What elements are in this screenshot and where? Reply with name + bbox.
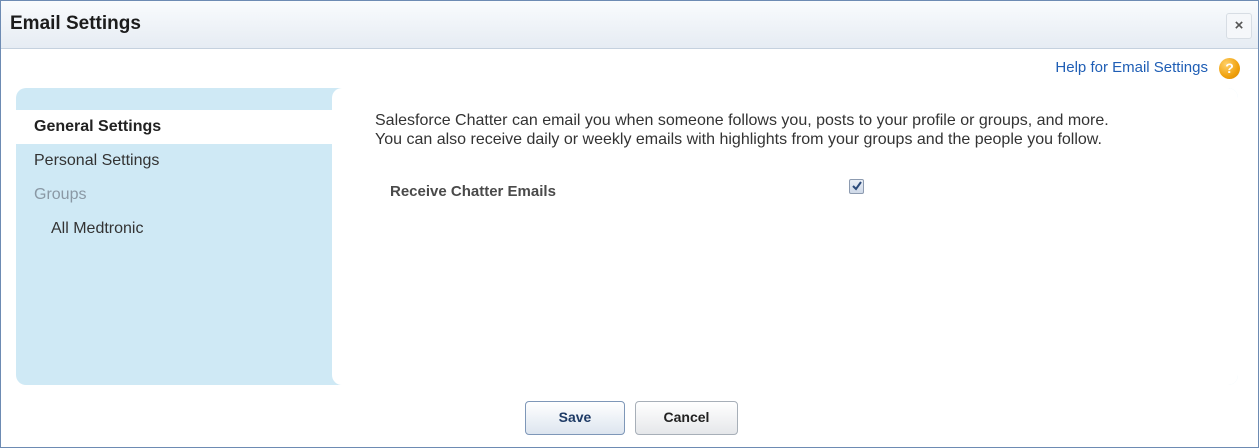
help-icon[interactable]: ? <box>1219 58 1240 79</box>
receive-chatter-emails-checkbox[interactable] <box>849 179 864 194</box>
nav-item-general-settings[interactable]: General Settings <box>16 110 344 144</box>
nav-item-label: General Settings <box>34 118 162 135</box>
close-button[interactable]: × <box>1226 13 1252 39</box>
nav-groups-heading: Groups <box>16 178 344 212</box>
nav-item-personal-settings[interactable]: Personal Settings <box>16 144 344 178</box>
checkmark-icon <box>852 181 862 191</box>
description-line: You can also receive daily or weekly ema… <box>375 131 1102 148</box>
cancel-button[interactable]: Cancel <box>635 401 738 435</box>
email-settings-dialog: Email Settings × Help for Email Settings… <box>0 0 1259 448</box>
settings-panel: General Settings Personal Settings Group… <box>16 88 1238 385</box>
help-link[interactable]: Help for Email Settings <box>1055 59 1208 76</box>
dialog-button-bar: Save Cancel <box>1 401 1258 441</box>
dialog-title: Email Settings <box>10 13 141 34</box>
save-button[interactable]: Save <box>525 401 625 435</box>
receive-chatter-emails-label: Receive Chatter Emails <box>390 183 556 200</box>
close-icon: × <box>1234 17 1244 34</box>
nav-item-label: Personal Settings <box>34 152 160 169</box>
content-area: Salesforce Chatter can email you when so… <box>332 88 1238 385</box>
nav-item-group[interactable]: All Medtronic <box>16 212 344 246</box>
nav-item-label: All Medtronic <box>51 220 144 237</box>
nav-groups-heading-label: Groups <box>34 186 87 203</box>
settings-description: Salesforce Chatter can email you when so… <box>375 111 1235 149</box>
dialog-titlebar: Email Settings × <box>1 1 1258 49</box>
description-line: Salesforce Chatter can email you when so… <box>375 112 1109 129</box>
